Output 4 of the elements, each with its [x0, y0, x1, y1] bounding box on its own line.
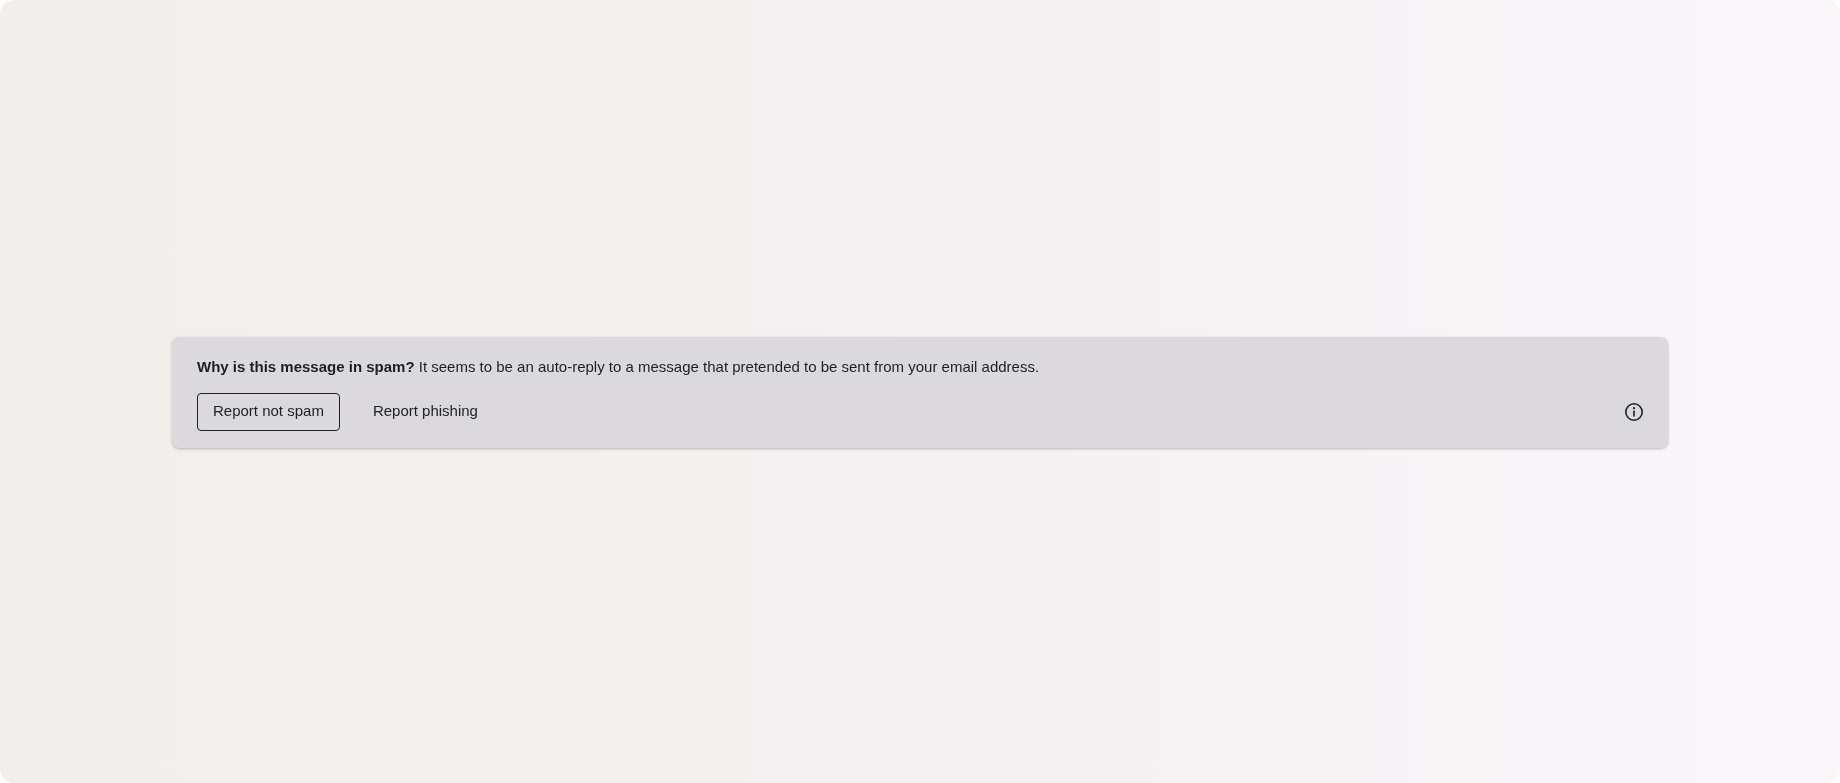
not-spam-button[interactable]: Report not spam — [197, 392, 340, 431]
info-icon[interactable] — [1624, 401, 1644, 422]
spam-explanation: Why is this message in spam? It seems to be an auto-reply to a message that pretended to be sent from your email address. — [197, 357, 1041, 377]
phishing-button[interactable]: Report phishing — [357, 392, 493, 431]
